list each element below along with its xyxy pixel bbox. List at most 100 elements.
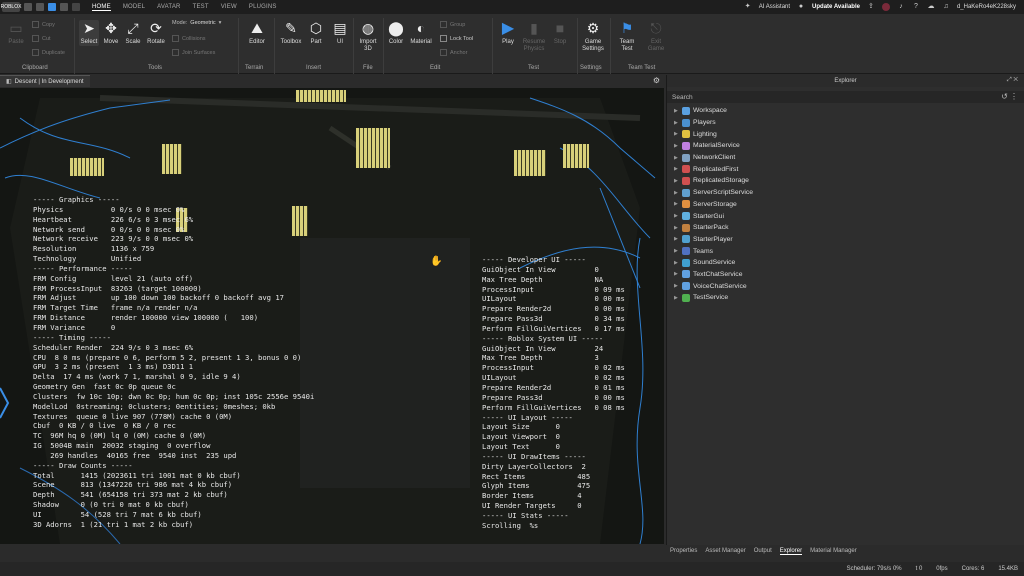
exit-game-button[interactable]: ⎋ Exit Game [644,20,668,53]
tab-view[interactable]: VIEW [221,4,237,10]
expand-arrow-icon[interactable]: ▶ [674,248,682,254]
tab-output[interactable]: Output [754,548,772,554]
viewport-settings-icon[interactable]: ⚙ [653,76,660,85]
game-settings-button[interactable]: ⚙ Game Settings [580,20,606,53]
scale-button[interactable]: ⤢ Scale [123,20,143,46]
game-viewport[interactable]: ✋ ----- Graphics ----- Physics 0 0/s 0 0 … [0,88,664,544]
expand-arrow-icon[interactable]: ▶ [674,213,682,219]
team-test-button[interactable]: ⚑ Team Test [614,20,640,53]
service-icon [682,200,690,209]
rotate-button[interactable]: ⟳ Rotate [145,20,167,46]
settings-quick-icon[interactable] [60,3,68,11]
anchor-button[interactable]: Anchor [440,49,467,56]
group-button[interactable]: Group [440,21,465,28]
lock-tool-button[interactable]: Lock Tool [440,35,473,42]
expand-arrow-icon[interactable]: ▶ [674,225,682,231]
tree-item-soundservice[interactable]: ▶ SoundService [667,257,1024,269]
tree-item-textchatservice[interactable]: ▶ TextChatService [667,269,1024,281]
select-label: Select [80,39,98,45]
tab-properties[interactable]: Properties [670,548,697,554]
tab-test[interactable]: TEST [193,4,209,10]
tree-item-players[interactable]: ▶ Players [667,117,1024,129]
tab-home[interactable]: HOME [92,4,111,11]
expand-arrow-icon[interactable]: ▶ [674,131,682,137]
update-available-button[interactable]: Update Available [812,4,860,10]
part-button[interactable]: ⬡ Part [306,20,326,46]
roblox-logo[interactable]: ROBLOX [1,2,21,12]
tab-model[interactable]: MODEL [123,4,145,10]
tree-item-testservice[interactable]: ▶ TestService [667,292,1024,304]
mode-selector[interactable]: Mode: Geometric ▾ [172,20,221,26]
expand-arrow-icon[interactable]: ▶ [674,166,682,172]
tree-item-replicatedfirst[interactable]: ▶ ReplicatedFirst [667,163,1024,175]
viewport-tab[interactable]: ◧ Descent | In Development [0,75,90,87]
ai-assistant-button[interactable]: AI Assistant [759,4,790,10]
expand-arrow-icon[interactable]: ▶ [674,155,682,161]
tab-explorer[interactable]: Explorer [779,548,803,555]
rotate-icon: ⟳ [150,19,162,36]
terrain-editor-button[interactable]: ⛰ Editor [245,20,269,46]
duplicate-button[interactable]: Duplicate [32,49,65,56]
help-icon[interactable]: ? [912,3,920,11]
expand-arrow-icon[interactable]: ▶ [674,283,682,289]
toolbox-button[interactable]: ✎ Toolbox [278,20,304,46]
tree-item-materialservice[interactable]: ▶ MaterialService [667,140,1024,152]
tree-item-startergui[interactable]: ▶ StarterGui [667,210,1024,222]
tree-item-lighting[interactable]: ▶ Lighting [667,128,1024,140]
cut-button[interactable]: Cut [32,35,51,42]
ui-button[interactable]: ▤ UI [330,20,350,46]
save-icon[interactable] [24,3,32,11]
dropdown-quick-icon[interactable] [72,3,80,11]
expand-arrow-icon[interactable]: ▶ [674,108,682,114]
notifications-icon[interactable]: ♪ [897,3,905,11]
tree-item-serverscriptservice[interactable]: ▶ ServerScriptService [667,187,1024,199]
tab-avatar[interactable]: AVATAR [157,4,180,10]
tab-asset-manager[interactable]: Asset Manager [705,548,745,554]
expand-arrow-icon[interactable]: ▶ [674,178,682,184]
join-surfaces-toggle[interactable]: Join Surfaces [172,49,215,56]
tree-item-replicatedstorage[interactable]: ▶ ReplicatedStorage [667,175,1024,187]
bell-icon[interactable]: ♫ [942,3,950,11]
import-3d-button[interactable]: ◍ Import 3D [356,20,380,53]
select-button[interactable]: ➤ Select [79,20,99,46]
history-icon[interactable]: ↺ ⋮ [1001,92,1018,101]
play-button[interactable]: ▶ Play [498,20,518,46]
paste-button[interactable]: ▭ Paste [6,20,26,46]
play-quick-icon[interactable] [48,3,56,11]
tree-item-voicechatservice[interactable]: ▶ VoiceChatService [667,280,1024,292]
tree-item-starterpack[interactable]: ▶ StarterPack [667,222,1024,234]
panel-controls[interactable]: ⤢ ✕ [1007,77,1018,84]
expand-arrow-icon[interactable]: ▶ [674,295,682,301]
username[interactable]: d_HaKeRo4eK228sky [957,4,1016,10]
tree-item-serverstorage[interactable]: ▶ ServerStorage [667,199,1024,211]
resume-physics-button[interactable]: ▮ Resume Physics [520,20,548,53]
stats-line: UI Render Targets 0 [482,501,582,511]
expand-arrow-icon[interactable]: ▶ [674,143,682,149]
undo-icon[interactable] [36,3,44,11]
stats-line: UILayout 0 00 ms [482,294,625,304]
stop-button[interactable]: ■ Stop [550,20,570,46]
lit-window [514,150,546,176]
tree-item-workspace[interactable]: ▶ Workspace [667,105,1024,117]
move-button[interactable]: ✥ Move [101,20,121,46]
collisions-toggle[interactable]: Collisions [172,35,206,42]
tree-item-networkclient[interactable]: ▶ NetworkClient [667,152,1024,164]
share-icon[interactable]: ⇪ [867,3,875,11]
lit-window [162,144,182,174]
expand-arrow-icon[interactable]: ▶ [674,236,682,242]
expand-arrow-icon[interactable]: ▶ [674,260,682,266]
tab-plugins[interactable]: PLUGINS [249,4,277,10]
tab-material-manager[interactable]: Material Manager [810,548,857,554]
tree-item-teams[interactable]: ▶ Teams [667,245,1024,257]
expand-arrow-icon[interactable]: ▶ [674,201,682,207]
tree-item-starterplayer[interactable]: ▶ StarterPlayer [667,234,1024,246]
color-button[interactable]: ⬤ Color [385,20,407,46]
expand-arrow-icon[interactable]: ▶ [674,271,682,277]
material-button[interactable]: ◐ Material [408,20,434,46]
avatar[interactable] [881,3,890,11]
expand-arrow-icon[interactable]: ▶ [674,120,682,126]
explorer-search-input[interactable]: Search ↺ ⋮ [667,91,1024,103]
cloud-icon[interactable]: ☁ [927,3,935,11]
expand-arrow-icon[interactable]: ▶ [674,190,682,196]
copy-button[interactable]: Copy [32,21,55,28]
